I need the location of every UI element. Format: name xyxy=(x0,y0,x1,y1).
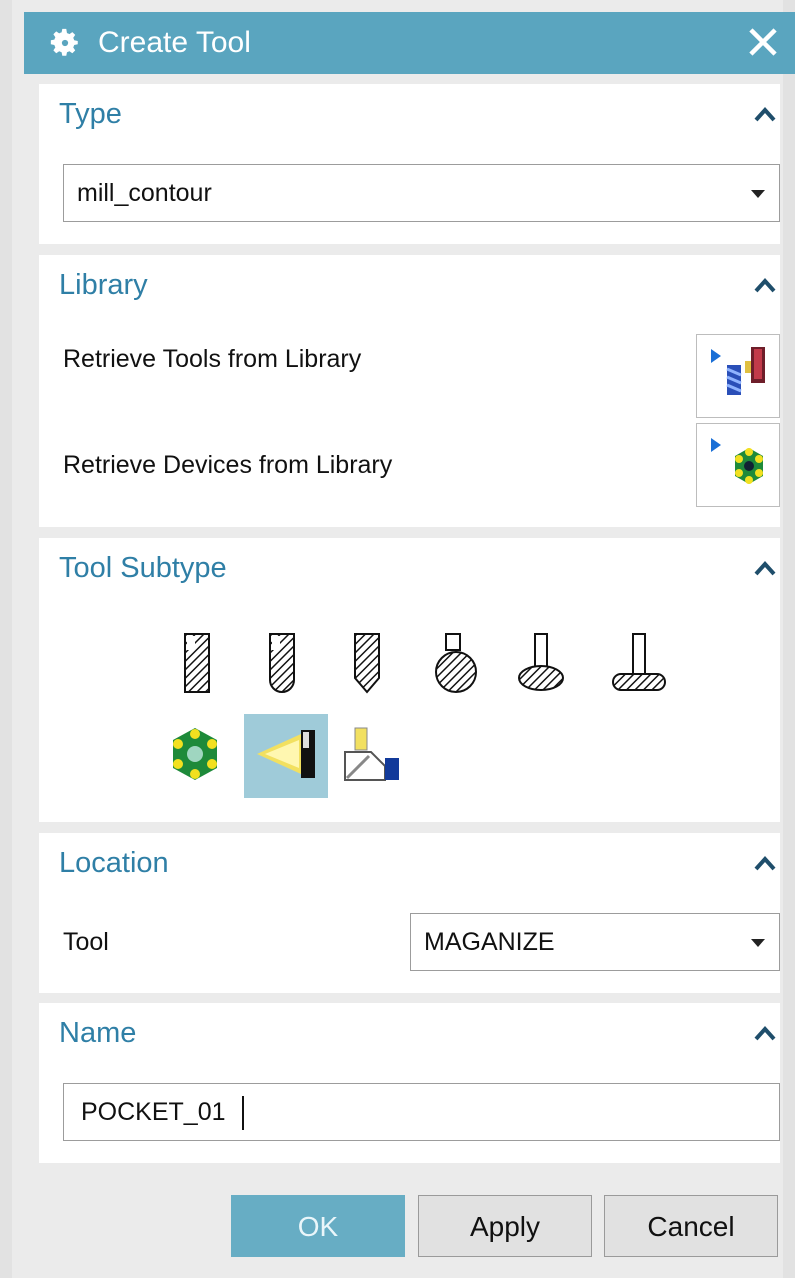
cancel-button[interactable]: Cancel xyxy=(604,1195,778,1257)
mill-t-cutter-icon[interactable] xyxy=(517,630,565,696)
retrieve-devices-button[interactable] xyxy=(696,423,780,507)
apply-button[interactable]: Apply xyxy=(418,1195,592,1257)
chevron-up-icon[interactable] xyxy=(750,1019,780,1049)
mill-disc-cutter-icon[interactable] xyxy=(609,630,669,696)
close-icon[interactable] xyxy=(745,24,781,60)
retrieve-tools-button[interactable] xyxy=(696,334,780,418)
ok-button[interactable]: OK xyxy=(231,1195,405,1257)
tool-subtype-section: Tool Subtype xyxy=(39,538,780,822)
name-section: Name POCKET_01 xyxy=(39,1003,780,1163)
retrieve-tools-library-icon xyxy=(711,347,765,395)
magazine-icon[interactable] xyxy=(251,724,321,784)
location-section: Location Tool MAGANIZE xyxy=(39,833,780,993)
name-section-header[interactable]: Name xyxy=(39,1003,780,1069)
tool-subtype-section-title: Tool Subtype xyxy=(59,552,227,584)
type-section-title: Type xyxy=(59,98,122,130)
chevron-up-icon[interactable] xyxy=(750,554,780,584)
pocket-icon[interactable] xyxy=(341,724,403,788)
chevron-up-icon[interactable] xyxy=(750,100,780,130)
retrieve-tools-label: Retrieve Tools from Library xyxy=(63,345,362,373)
name-input[interactable]: POCKET_01 xyxy=(63,1083,780,1141)
name-section-title: Name xyxy=(59,1017,137,1049)
mill-ballmill-icon[interactable] xyxy=(258,630,306,696)
gear-icon xyxy=(50,28,78,56)
name-input-value: POCKET_01 xyxy=(81,1098,226,1126)
location-tool-select[interactable]: MAGANIZE xyxy=(410,913,780,971)
chevron-up-icon[interactable] xyxy=(750,849,780,879)
library-section-title: Library xyxy=(59,269,148,301)
chevron-up-icon[interactable] xyxy=(750,271,780,301)
type-select[interactable]: mill_contour xyxy=(63,164,780,222)
dropdown-arrow-icon xyxy=(751,939,765,947)
create-tool-dialog: Create Tool Type mill_contour Library Re… xyxy=(0,0,795,1278)
location-section-title: Location xyxy=(59,847,169,879)
type-section: Type mill_contour xyxy=(39,84,780,244)
retrieve-devices-library-icon xyxy=(711,438,763,484)
library-section-header[interactable]: Library xyxy=(39,255,780,321)
carrier-head-icon[interactable] xyxy=(167,724,223,784)
mill-drill-icon[interactable] xyxy=(343,630,391,696)
title-bar[interactable]: Create Tool xyxy=(24,12,795,74)
text-caret xyxy=(242,1096,244,1130)
retrieve-devices-label: Retrieve Devices from Library xyxy=(63,451,393,479)
type-section-header[interactable]: Type xyxy=(39,84,780,150)
mill-endmill-icon[interactable] xyxy=(173,630,221,696)
location-section-header[interactable]: Location xyxy=(39,833,780,899)
dropdown-arrow-icon xyxy=(751,190,765,198)
library-section: Library Retrieve Tools from Library Retr… xyxy=(39,255,780,527)
location-tool-label: Tool xyxy=(63,928,109,956)
location-tool-value: MAGANIZE xyxy=(424,928,555,956)
dialog-title: Create Tool xyxy=(98,26,251,59)
tool-subtype-section-header[interactable]: Tool Subtype xyxy=(39,538,780,604)
mill-barrel-icon[interactable] xyxy=(432,630,480,696)
type-select-value: mill_contour xyxy=(77,179,212,207)
